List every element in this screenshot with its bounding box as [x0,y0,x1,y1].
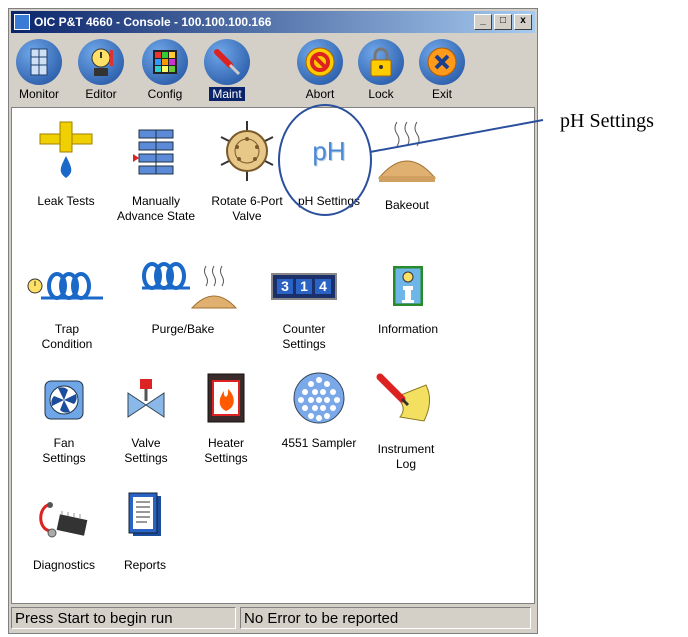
purge-bake-label: Purge/Bake [151,322,215,336]
exit-label: Exit [431,87,452,101]
fan-settings-label: Fan Settings [42,436,86,465]
counter-digit: 1 [296,278,312,294]
diagnostics-icon [34,492,94,550]
fan-icon [39,372,89,428]
purge-bake-icon [128,258,238,314]
counter-digit: 4 [315,278,331,294]
counter-display: 3 1 4 [271,272,337,300]
exit-button[interactable]: Exit [416,35,468,105]
title-bar[interactable]: OIC P&T 4660 - Console - 100.100.100.166… [11,11,535,33]
close-button[interactable]: x [514,14,532,30]
ph-icon: pH [299,116,359,186]
counter-icon: 3 1 4 [264,258,344,314]
counter-digit: 3 [277,278,293,294]
abort-label: Abort [305,87,335,101]
ph-icon-text: pH [312,135,346,166]
heater-settings-item[interactable]: Heater Settings [188,368,264,466]
instrument-log-label: Instrument Log [377,442,435,471]
error-status: No Error to be reported [240,607,531,629]
information-item[interactable]: Information [368,258,448,337]
information-label: Information [377,322,439,336]
fan-settings-item[interactable]: Fan Settings [26,372,102,466]
leak-tests-label: Leak Tests [37,194,95,208]
monitor-label: Monitor [18,87,59,101]
4551-sampler-item[interactable]: 4551 Sampler [274,368,364,451]
minimize-button[interactable]: _ [474,14,492,30]
status-bar: Press Start to begin run No Error to be … [11,607,535,631]
trap-condition-label: Trap Condition [41,322,93,351]
diagnostics-item[interactable]: Diagnostics [22,492,106,573]
rotate-valve-icon [215,116,279,186]
counter-settings-item[interactable]: 3 1 4 Counter Settings [254,258,354,352]
sampler-icon [289,368,349,428]
diagnostics-label: Diagnostics [32,558,96,572]
abort-button[interactable]: Abort [294,35,346,105]
bakeout-item[interactable]: Bakeout [368,116,446,213]
manually-advance-state-item[interactable]: Manually Advance State [110,116,202,224]
config-grid-icon [142,39,188,85]
toolbar: Monitor Editor Config Maint Abort Lock E… [11,35,535,107]
config-label: Config [147,87,183,101]
monitor-icon [16,39,62,85]
advance-state-icon [126,116,186,186]
maint-screwdriver-icon [204,39,250,85]
console-window: OIC P&T 4660 - Console - 100.100.100.166… [8,8,538,634]
instrument-log-icon [374,368,438,434]
config-button[interactable]: Config [139,35,191,105]
maint-button[interactable]: Maint [201,35,253,105]
bakeout-label: Bakeout [384,198,430,212]
window-title: OIC P&T 4660 - Console - 100.100.100.166 [34,15,272,29]
window-controls: _ □ x [474,14,532,30]
valve-icon [121,372,171,428]
bakeout-icon [375,116,439,190]
reports-item[interactable]: Reports [114,480,176,573]
trap-condition-item[interactable]: Trap Condition [20,258,114,352]
monitor-button[interactable]: Monitor [13,35,65,105]
exit-icon [419,39,465,85]
rotate-6-port-valve-label: Rotate 6-Port Valve [211,194,283,223]
maximize-button[interactable]: □ [494,14,512,30]
lock-icon [358,39,404,85]
trap-condition-icon [27,258,107,314]
valve-settings-label: Valve Settings [124,436,168,465]
ph-settings-item[interactable]: pH pH Settings [293,116,365,209]
lock-label: Lock [368,87,394,101]
ph-settings-label: pH Settings [297,194,361,208]
heater-settings-label: Heater Settings [204,436,248,465]
maint-panel: Leak Tests Manually Advance State Rotate… [11,107,535,604]
reports-label: Reports [123,558,167,572]
rotate-6-port-valve-item[interactable]: Rotate 6-Port Valve [200,116,294,224]
app-icon [14,14,30,30]
editor-label: Editor [85,87,117,101]
4551-sampler-label: 4551 Sampler [281,436,357,450]
reports-icon [120,480,170,550]
purge-bake-item[interactable]: Purge/Bake [118,258,248,337]
valve-settings-item[interactable]: Valve Settings [108,372,184,466]
callout-label: pH Settings [560,110,654,132]
heater-icon [201,368,251,428]
status-message: Press Start to begin run [11,607,236,629]
counter-settings-label: Counter Settings [282,322,326,351]
instrument-log-item[interactable]: Instrument Log [364,368,448,472]
editor-button[interactable]: Editor [75,35,127,105]
leak-tests-item[interactable]: Leak Tests [26,116,106,209]
information-icon [378,258,438,314]
lock-button[interactable]: Lock [355,35,407,105]
manually-advance-state-label: Manually Advance State [116,194,196,223]
editor-timer-icon [78,39,124,85]
abort-icon [297,39,343,85]
leak-test-icon [36,116,96,186]
maint-label: Maint [209,87,245,101]
